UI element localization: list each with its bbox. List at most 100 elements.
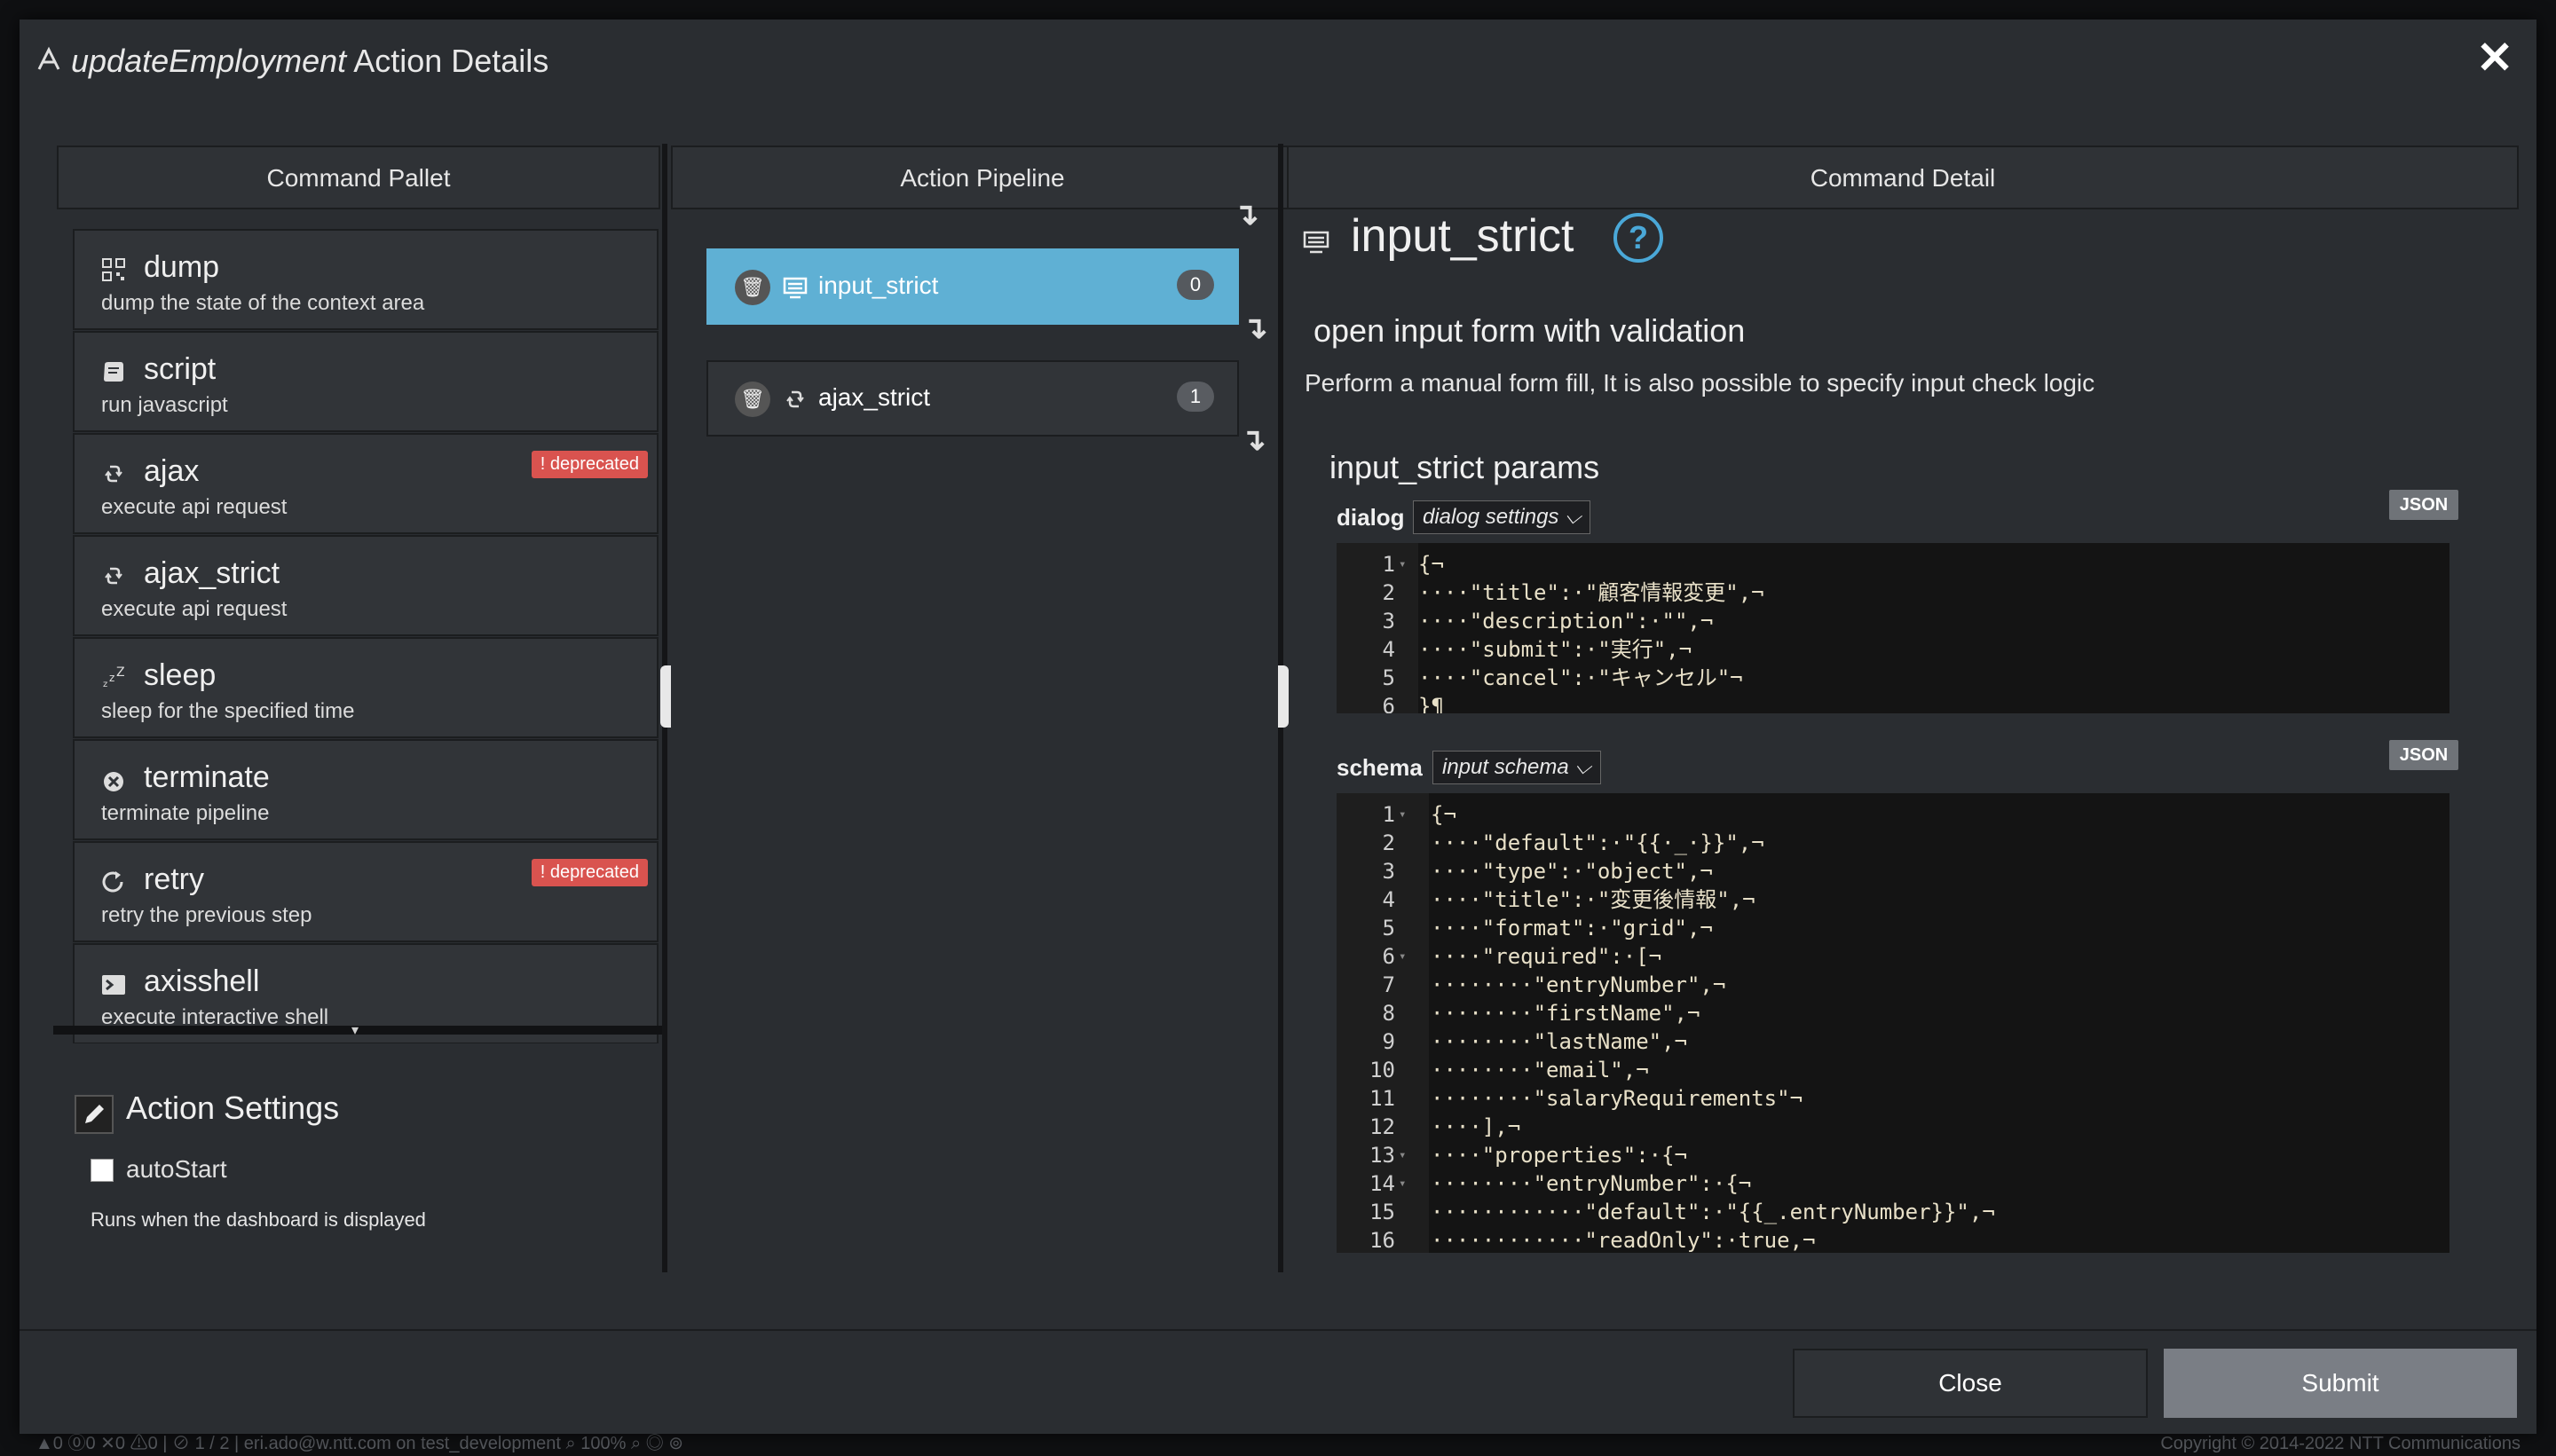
fold-toggle-icon[interactable]: ▾	[1399, 1141, 1406, 1169]
pallet-item-ajax[interactable]: ajax execute api request ! deprecated	[73, 433, 659, 534]
pipeline-arrow: ↴	[1242, 311, 1268, 345]
trash-icon[interactable]: 🗑	[735, 382, 770, 417]
dialog-settings-select[interactable]: dialog settings ⌵	[1413, 500, 1591, 534]
command-description: Perform a manual form fill, It is also p…	[1305, 369, 2095, 397]
pallet-item-name: axisshell	[144, 964, 260, 998]
action-settings-title: Action Settings	[126, 1090, 340, 1126]
close-icon[interactable]: ✕	[2476, 35, 2513, 80]
background-copyright: Copyright © 2014-2022 NTT Communications	[2160, 1434, 2520, 1453]
background-status-bar: ▲0 ⓪0 ✕0 ⚠0 | ⊘ 1 / 2 | eri.ado@w.ntt.co…	[0, 1431, 2556, 1456]
dialog-json-button[interactable]: JSON	[2389, 490, 2458, 520]
line-number: 10	[1369, 1058, 1395, 1082]
pallet-item-name: ajax	[144, 454, 200, 488]
code-text: ············"readOnly":·true,¬	[1431, 1228, 1816, 1253]
line-number: 9	[1382, 1029, 1395, 1054]
pallet-item-sleep[interactable]: zzZ sleep sleep for the specified time	[73, 637, 659, 738]
autostart-checkbox[interactable]	[91, 1159, 114, 1182]
pipeline-item-name: input_strict	[818, 272, 939, 299]
pipeline-arrow: ↴	[1241, 423, 1266, 457]
modal-title: updateEmployment Action Details	[71, 43, 548, 80]
pallet-item-name: sleep	[144, 658, 217, 692]
line-number: 3	[1382, 859, 1395, 884]
code-text: {¬	[1431, 802, 1456, 827]
line-number: 7	[1382, 972, 1395, 997]
scroll-down-icon[interactable]: ▾	[328, 1024, 382, 1038]
fold-toggle-icon[interactable]: ▾	[1399, 942, 1406, 971]
command-pallet-header: Command Pallet	[57, 146, 660, 209]
schema-json-button[interactable]: JSON	[2389, 740, 2458, 770]
code-line: 1 ▾ {¬	[1337, 550, 2450, 578]
command-pallet-list[interactable]: dump dump the state of the context area …	[73, 229, 662, 1043]
code-text: ····"format":·"grid",¬	[1431, 916, 1713, 940]
close-button[interactable]: Close	[1793, 1349, 2148, 1418]
code-line: 2 ····"default":·"{{·_·}}",¬	[1337, 829, 2450, 857]
terminate-icon	[104, 772, 123, 791]
schema-label: schema	[1337, 754, 1423, 781]
code-line: 11 ········"salaryRequirements"¬	[1337, 1084, 2450, 1113]
pallet-item-dump[interactable]: dump dump the state of the context area	[73, 229, 659, 330]
code-text: ····"title":·"顧客情報変更",¬	[1418, 580, 1764, 605]
background-status-left: ▲0 ⓪0 ✕0 ⚠0 | ⊘ 1 / 2 | eri.ado@w.ntt.co…	[36, 1434, 684, 1453]
footer-divider	[20, 1329, 2536, 1331]
deprecated-badge: ! deprecated	[531, 451, 648, 478]
detail-resize-handle[interactable]	[1278, 665, 1289, 728]
script-icon	[104, 362, 123, 382]
line-number: 3	[1382, 609, 1395, 634]
command-subtitle: open input form with validation	[1314, 312, 1746, 349]
action-pipeline-header: Action Pipeline	[671, 146, 1294, 209]
code-line: 4 ····"title":·"変更後情報",¬	[1337, 885, 2450, 914]
pallet-item-terminate[interactable]: terminate terminate pipeline	[73, 739, 659, 840]
code-line: 16 ············"readOnly":·true,¬	[1337, 1226, 2450, 1253]
autostart-description: Runs when the dashboard is displayed	[91, 1208, 426, 1231]
fold-toggle-icon[interactable]: ▾	[1399, 800, 1406, 829]
code-text: ········"entryNumber":·{¬	[1431, 1171, 1752, 1196]
pipeline-item-ajax-strict[interactable]: 🗑 ajax_strict 1	[706, 360, 1239, 437]
pipeline-step-index: 1	[1177, 382, 1214, 412]
pallet-item-retry[interactable]: retry retry the previous step ! deprecat…	[73, 841, 659, 942]
code-line: 5 ····"cancel":·"キャンセル"¬	[1337, 664, 2450, 692]
sync-icon	[105, 465, 122, 483]
schema-code-editor[interactable]: 1 ▾ {¬ 2 ····"default":·"{{·_·}}",¬ 3 ····"typ…	[1337, 793, 2450, 1253]
code-line: 3 ····"description":·"",¬	[1337, 607, 2450, 635]
qr-icon	[102, 258, 125, 281]
code-line: 2 ····"title":·"顧客情報変更",¬	[1337, 578, 2450, 607]
help-icon[interactable]: ?	[1613, 213, 1663, 263]
code-line: 13 ▾ ····"properties":·{¬	[1337, 1141, 2450, 1169]
dialog-code-editor[interactable]: 1 ▾ {¬ 2 ····"title":·"顧客情報変更",¬ 3 ····"descri…	[1337, 543, 2450, 713]
fold-toggle-icon[interactable]: ▾	[1399, 1169, 1406, 1198]
trash-icon[interactable]: 🗑	[735, 270, 770, 305]
line-number: 5	[1382, 916, 1395, 940]
modal-header: updateEmployment Action Details ✕	[20, 20, 2536, 105]
code-text: ····"description":·"",¬	[1418, 609, 1714, 634]
code-text: ····"default":·"{{·_·}}",¬	[1431, 830, 1764, 855]
fold-toggle-icon[interactable]: ▾	[1399, 550, 1406, 578]
code-text: ········"salaryRequirements"¬	[1431, 1086, 1803, 1111]
pallet-item-desc: dump the state of the context area	[101, 291, 425, 315]
code-line: 3 ····"type":·"object",¬	[1337, 857, 2450, 885]
line-number: 6	[1382, 694, 1395, 713]
modal-title-suffix: Action Details	[346, 43, 549, 79]
command-detail-header: Command Detail	[1287, 146, 2519, 209]
pipeline-arrow: ↴	[1234, 198, 1259, 232]
submit-button[interactable]: Submit	[2164, 1349, 2517, 1418]
input-schema-select[interactable]: input schema ⌵	[1432, 751, 1601, 784]
code-text: ····"required":·[¬	[1431, 944, 1662, 969]
code-line: 15 ············"default":·"{{_.entryNumbe…	[1337, 1198, 2450, 1226]
pallet-item-ajax-strict[interactable]: ajax_strict execute api request	[73, 535, 659, 636]
code-text: ····"cancel":·"キャンセル"¬	[1418, 665, 1743, 690]
pallet-item-script[interactable]: script run javascript	[73, 331, 659, 432]
sync-icon	[105, 567, 122, 585]
pipeline-step-index: 0	[1177, 270, 1214, 300]
svg-text:z: z	[103, 680, 107, 689]
code-text: {¬	[1418, 552, 1444, 577]
pallet-item-name: retry	[144, 862, 204, 896]
pencil-icon	[75, 1095, 114, 1134]
pipeline-item-input-strict[interactable]: 🗑 input_strict 0	[706, 248, 1239, 325]
code-text: ············"default":·"{{_.entryNumber}…	[1431, 1200, 1995, 1224]
autostart-label[interactable]: autoStart	[126, 1155, 227, 1184]
code-line: 7 ········"entryNumber",¬	[1337, 971, 2450, 999]
pallet-item-desc: retry the previous step	[101, 903, 312, 927]
line-number: 8	[1382, 1001, 1395, 1026]
code-text: ········"lastName",¬	[1431, 1029, 1687, 1054]
dialog-label: dialog	[1337, 504, 1405, 531]
